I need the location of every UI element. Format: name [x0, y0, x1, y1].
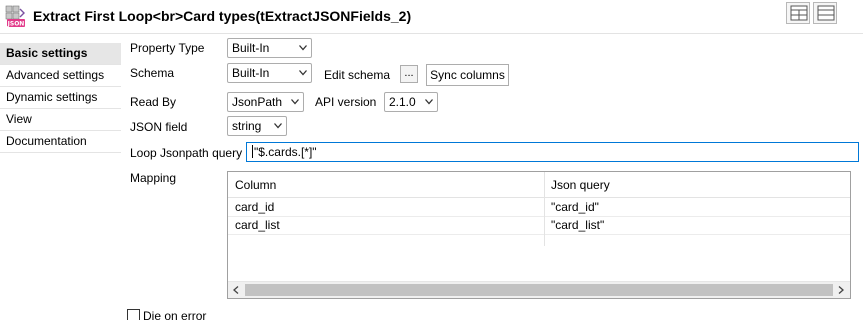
property-type-select[interactable]: Built-In	[227, 38, 312, 58]
column-divider	[544, 172, 545, 246]
chevron-down-icon	[299, 45, 307, 51]
chevron-down-icon	[291, 99, 299, 105]
table-layout-button[interactable]	[786, 2, 810, 24]
tab-advanced-settings[interactable]: Advanced settings	[0, 65, 121, 87]
tab-view[interactable]: View	[0, 109, 121, 131]
loop-query-input[interactable]: "$.cards.[*]"	[246, 142, 859, 162]
table-row[interactable]: card_id "card_id"	[228, 199, 850, 217]
read-by-value: JsonPath	[232, 95, 283, 109]
die-on-error-checkbox[interactable]	[127, 309, 140, 320]
json-component-icon: JSON	[4, 4, 28, 28]
read-by-select[interactable]: JsonPath	[227, 92, 304, 112]
chevron-down-icon	[425, 99, 433, 105]
column-header-json-query[interactable]: Json query	[544, 172, 610, 198]
die-on-error-label: Die on error	[143, 309, 207, 320]
property-type-value: Built-In	[232, 41, 270, 55]
api-version-value: 2.1.0	[389, 95, 416, 109]
cell-json-query[interactable]: "card_id"	[544, 199, 599, 217]
json-field-select[interactable]: string	[227, 116, 287, 136]
horizontal-scrollbar[interactable]	[228, 281, 850, 298]
schema-label: Schema	[130, 66, 175, 80]
cell-column[interactable]: card_list	[228, 217, 280, 235]
loop-query-label: Loop Jsonpath query	[130, 146, 243, 160]
page-title: Extract First Loop<br>Card types(tExtrac…	[33, 8, 412, 24]
scrollbar-thumb[interactable]	[245, 284, 833, 296]
tab-documentation[interactable]: Documentation	[0, 131, 121, 153]
api-version-label: API version	[315, 95, 377, 109]
mapping-label: Mapping	[130, 171, 177, 185]
svg-text:JSON: JSON	[7, 21, 25, 28]
chevron-right-icon	[838, 286, 844, 294]
json-field-value: string	[232, 119, 262, 133]
edit-schema-button[interactable]: ...	[400, 65, 418, 83]
read-by-label: Read By	[130, 95, 177, 109]
column-header-column[interactable]: Column	[228, 172, 276, 198]
basic-settings-panel: Property Type Built-In Schema Built-In E…	[121, 34, 863, 320]
table-layout-icon	[790, 5, 808, 21]
api-version-select[interactable]: 2.1.0	[384, 92, 438, 112]
table-row[interactable]: card_list "card_list"	[228, 217, 850, 235]
tab-basic-settings[interactable]: Basic settings	[0, 43, 121, 65]
text-caret	[252, 145, 253, 158]
loop-query-value: "$.cards.[*]"	[254, 145, 317, 159]
form-layout-icon	[817, 5, 835, 21]
scroll-right-button[interactable]	[833, 282, 850, 298]
json-field-label: JSON field	[130, 120, 188, 134]
settings-tabs: Basic settings Advanced settings Dynamic…	[0, 43, 121, 153]
chevron-down-icon	[299, 70, 307, 76]
form-layout-button[interactable]	[813, 2, 837, 24]
tab-dynamic-settings[interactable]: Dynamic settings	[0, 87, 121, 109]
edit-schema-label: Edit schema	[324, 68, 391, 82]
schema-value: Built-In	[232, 66, 270, 80]
cell-column[interactable]: card_id	[228, 199, 274, 217]
scroll-left-button[interactable]	[228, 282, 245, 298]
table-header: Column Json query	[228, 172, 850, 198]
chevron-down-icon	[274, 123, 282, 129]
property-type-label: Property Type	[130, 41, 205, 55]
schema-select[interactable]: Built-In	[227, 63, 312, 83]
sync-columns-button[interactable]: Sync columns	[426, 64, 509, 86]
mapping-table[interactable]: Column Json query card_id "card_id" card…	[227, 171, 851, 299]
cell-json-query[interactable]: "card_list"	[544, 217, 604, 235]
chevron-left-icon	[233, 286, 239, 294]
title-bar: JSON Extract First Loop<br>Card types(tE…	[0, 0, 863, 34]
